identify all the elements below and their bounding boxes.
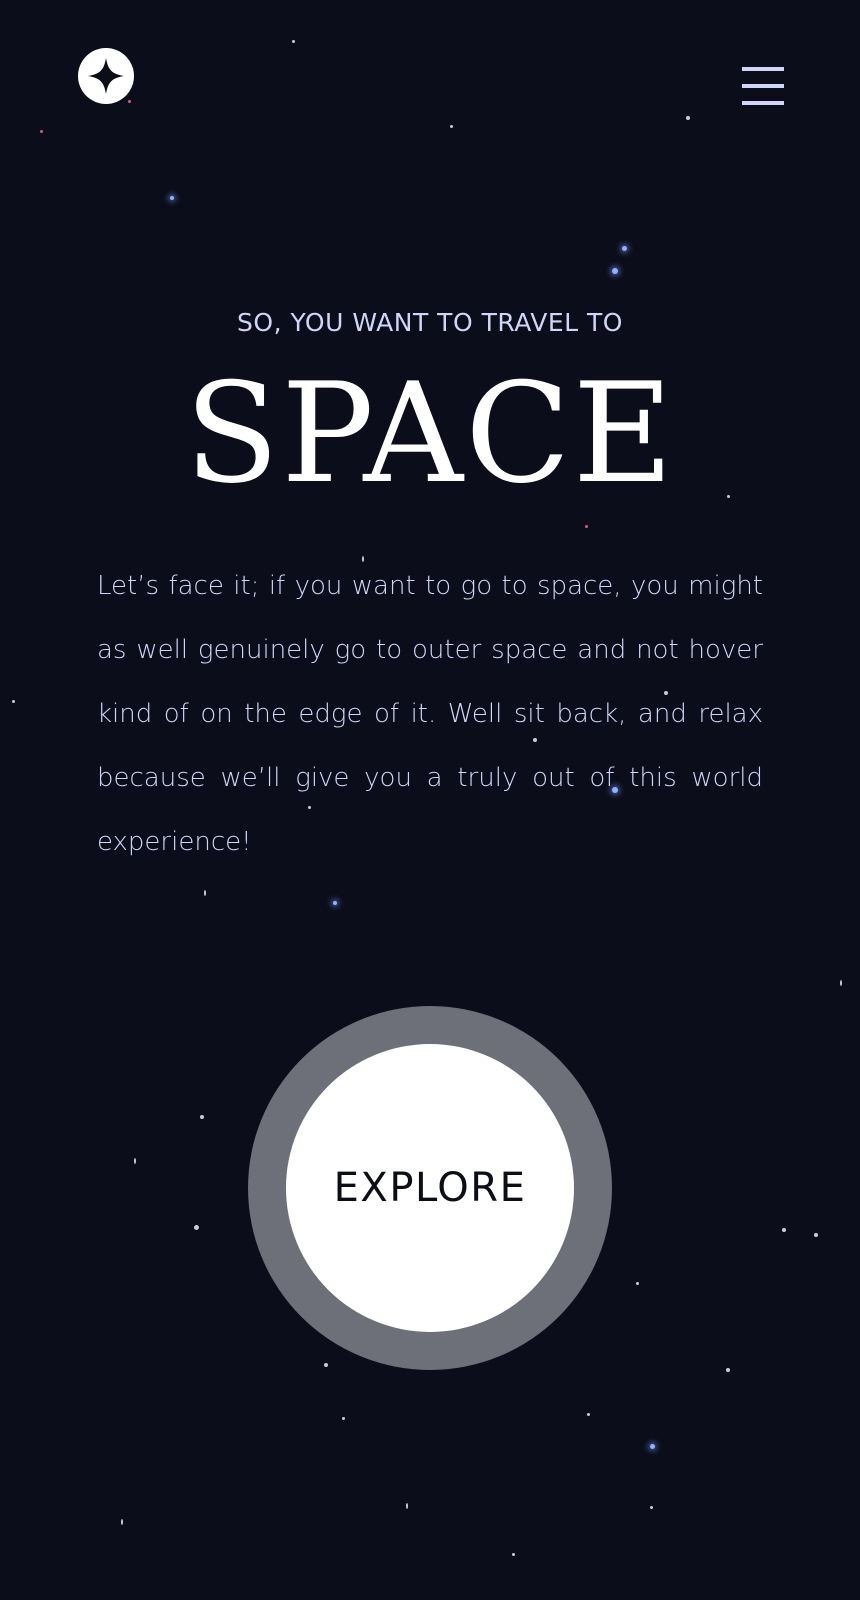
menu-bar-top [742,67,784,71]
logo[interactable] [78,48,134,104]
menu-bar-bottom [742,101,784,105]
hamburger-menu-icon[interactable] [742,67,784,107]
compass-star-icon [88,58,124,94]
explore-button[interactable]: EXPLORE [286,1044,574,1332]
hero-description: Let’s face it; if you want to go to spac… [97,571,763,857]
page-title: SPACE [184,353,676,514]
hero-kicker: SO, YOU WANT TO TRAVEL TO [237,308,623,337]
menu-bar-middle [742,84,784,88]
